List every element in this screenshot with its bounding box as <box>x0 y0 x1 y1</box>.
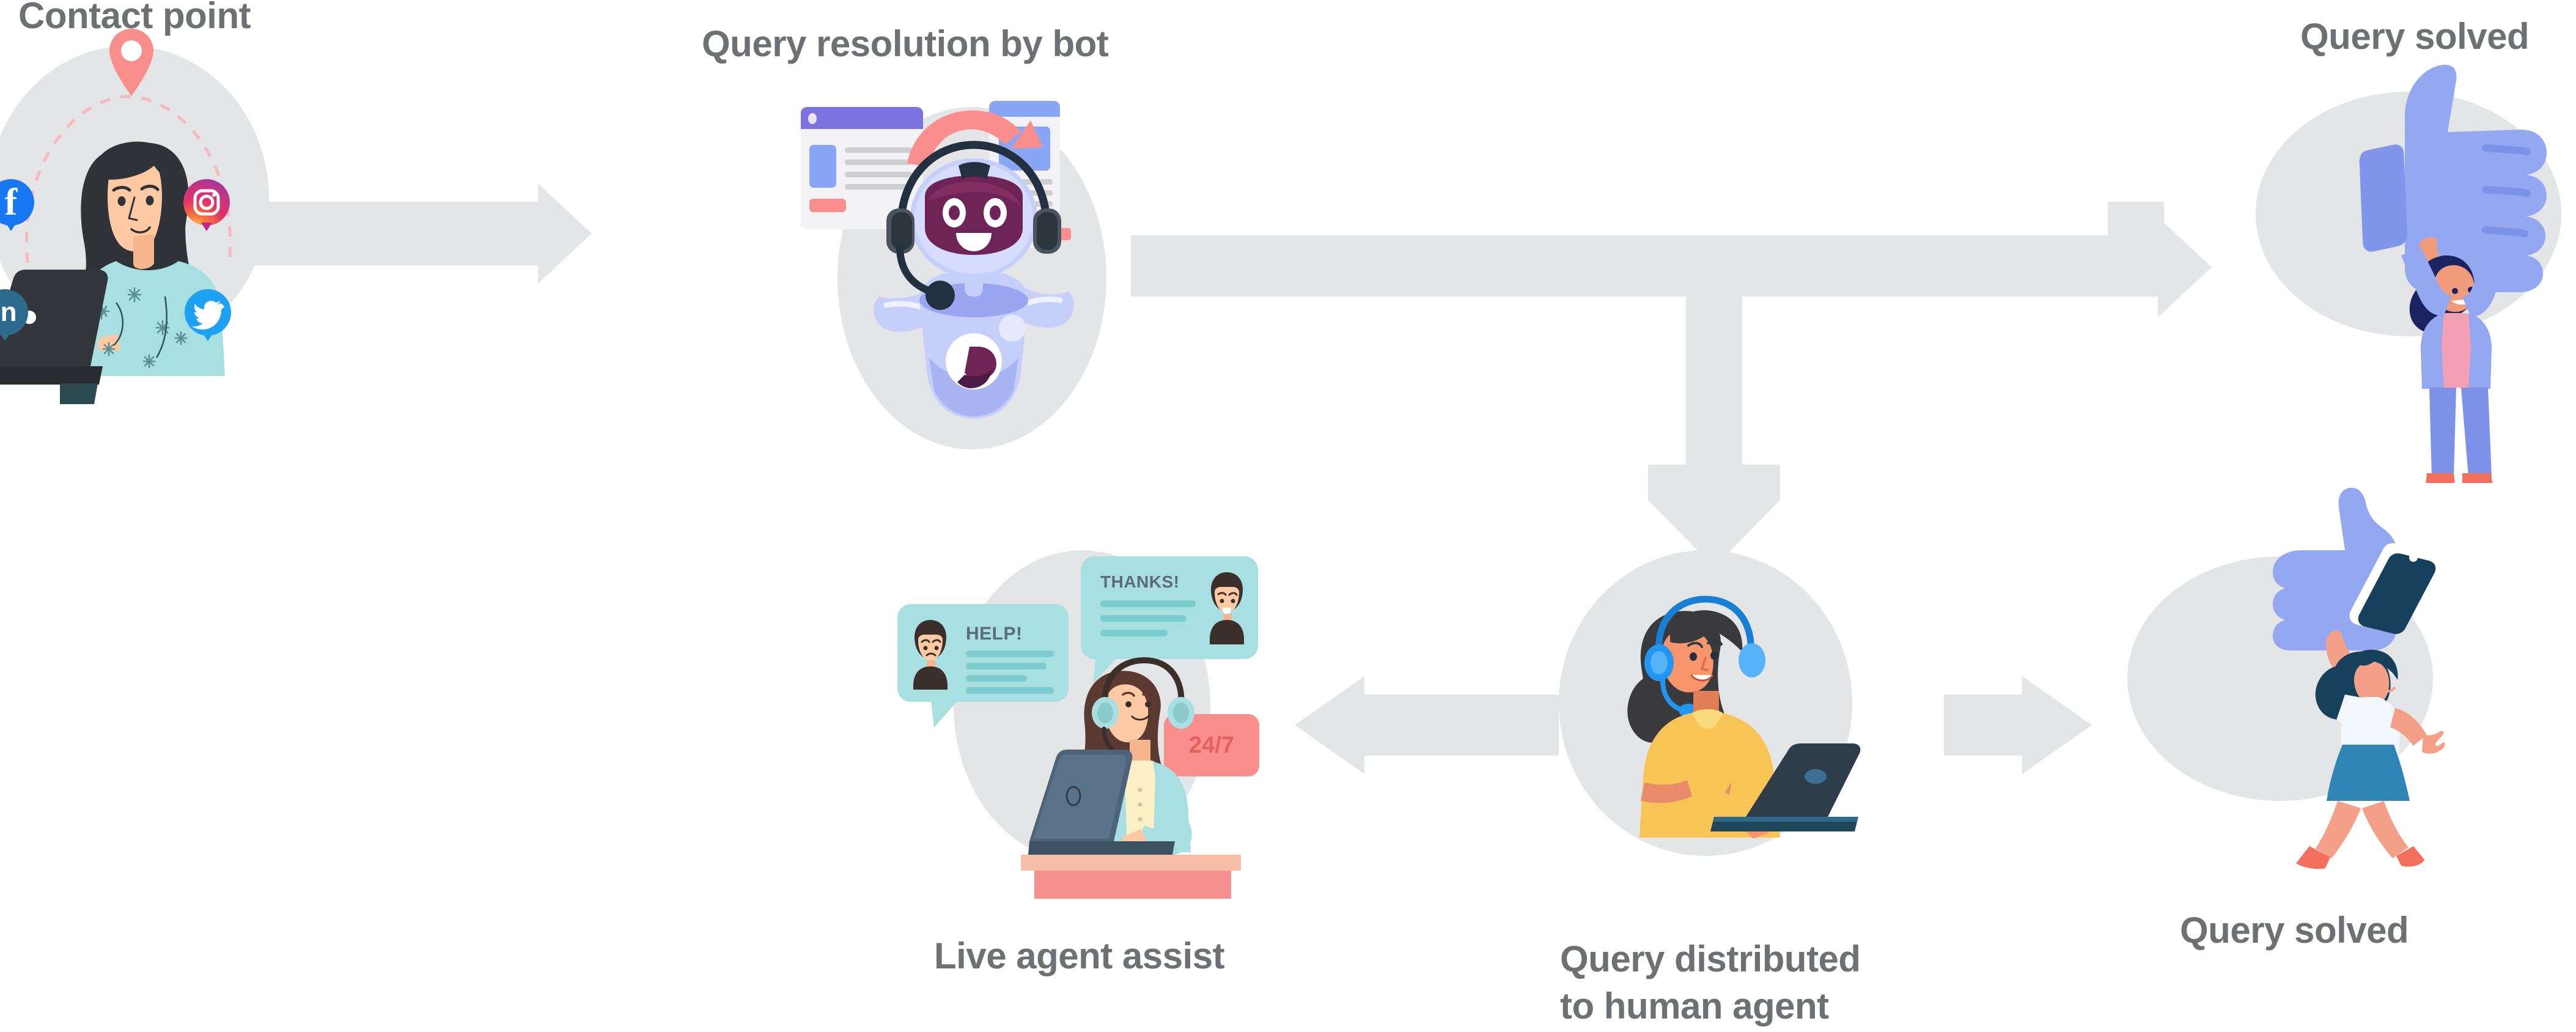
arrowhead-bot-to-query-solved <box>2158 217 2212 317</box>
thumbs-up-celebration-illustration <box>2353 65 2547 488</box>
scene-contact-point: f in <box>0 29 318 462</box>
card-cta-button[interactable] <box>809 199 846 212</box>
thanks-chat-bubble: THANKS! <box>1081 556 1258 684</box>
customer-avatar-happy <box>1210 572 1244 644</box>
human-agent-illustration <box>1627 595 1861 839</box>
customer-avatar-sad <box>913 620 948 690</box>
label-query-solved-top: Query solved <box>2300 16 2530 57</box>
card-image-block <box>809 145 836 188</box>
twitter-bird-glyph <box>192 301 224 330</box>
bubble-line <box>1100 600 1196 607</box>
instagram-icon[interactable] <box>183 179 230 226</box>
browser-dot <box>808 113 817 124</box>
chatbot-illustration <box>873 141 1074 419</box>
support-agent-illustration <box>1021 657 1241 899</box>
bubble-line <box>1100 630 1168 636</box>
connector-agent-to-live-assist <box>1363 695 1559 756</box>
thumbs-up-walking-illustration <box>2273 487 2445 869</box>
connector-riser-right <box>2108 202 2164 236</box>
connector-branch-head-base <box>1648 465 1780 500</box>
scene-query-resolution-bot <box>801 83 1180 462</box>
scene-query-solved-top <box>2250 65 2576 507</box>
arrowhead-contact-to-bot <box>538 183 592 284</box>
bubble-line <box>966 675 1027 682</box>
connector-agent-to-query-solved <box>1944 695 2023 756</box>
label-query-distributed-line2: to human agent <box>1560 986 1829 1026</box>
connector-bot-to-query-solved <box>1131 235 2164 297</box>
twitter-icon[interactable] <box>185 289 231 336</box>
instagram-glyph <box>193 189 220 216</box>
infographic-canvas: Contact point Query resolution by bot Qu… <box>0 0 2576 1032</box>
label-query-resolution-by-bot: Query resolution by bot <box>702 23 1109 64</box>
arrowhead-right-to-query-solved <box>2022 676 2092 774</box>
bubble-line <box>1100 615 1186 622</box>
scene-query-distributed-human-agent <box>1540 550 1883 868</box>
thanks-bubble-text: THANKS! <box>1100 572 1180 591</box>
label-query-solved-bottom: Query solved <box>2180 910 2409 951</box>
label-query-distributed-line1: Query distributed <box>1560 938 1861 979</box>
scene-live-agent-assist: HELP! THANKS! 24/7 <box>880 544 1320 899</box>
help-bubble-text: HELP! <box>966 624 1023 644</box>
scene-query-solved-bottom <box>2103 487 2470 874</box>
label-live-agent-assist: Live agent assist <box>934 935 1225 976</box>
bubble-tail <box>930 696 962 728</box>
